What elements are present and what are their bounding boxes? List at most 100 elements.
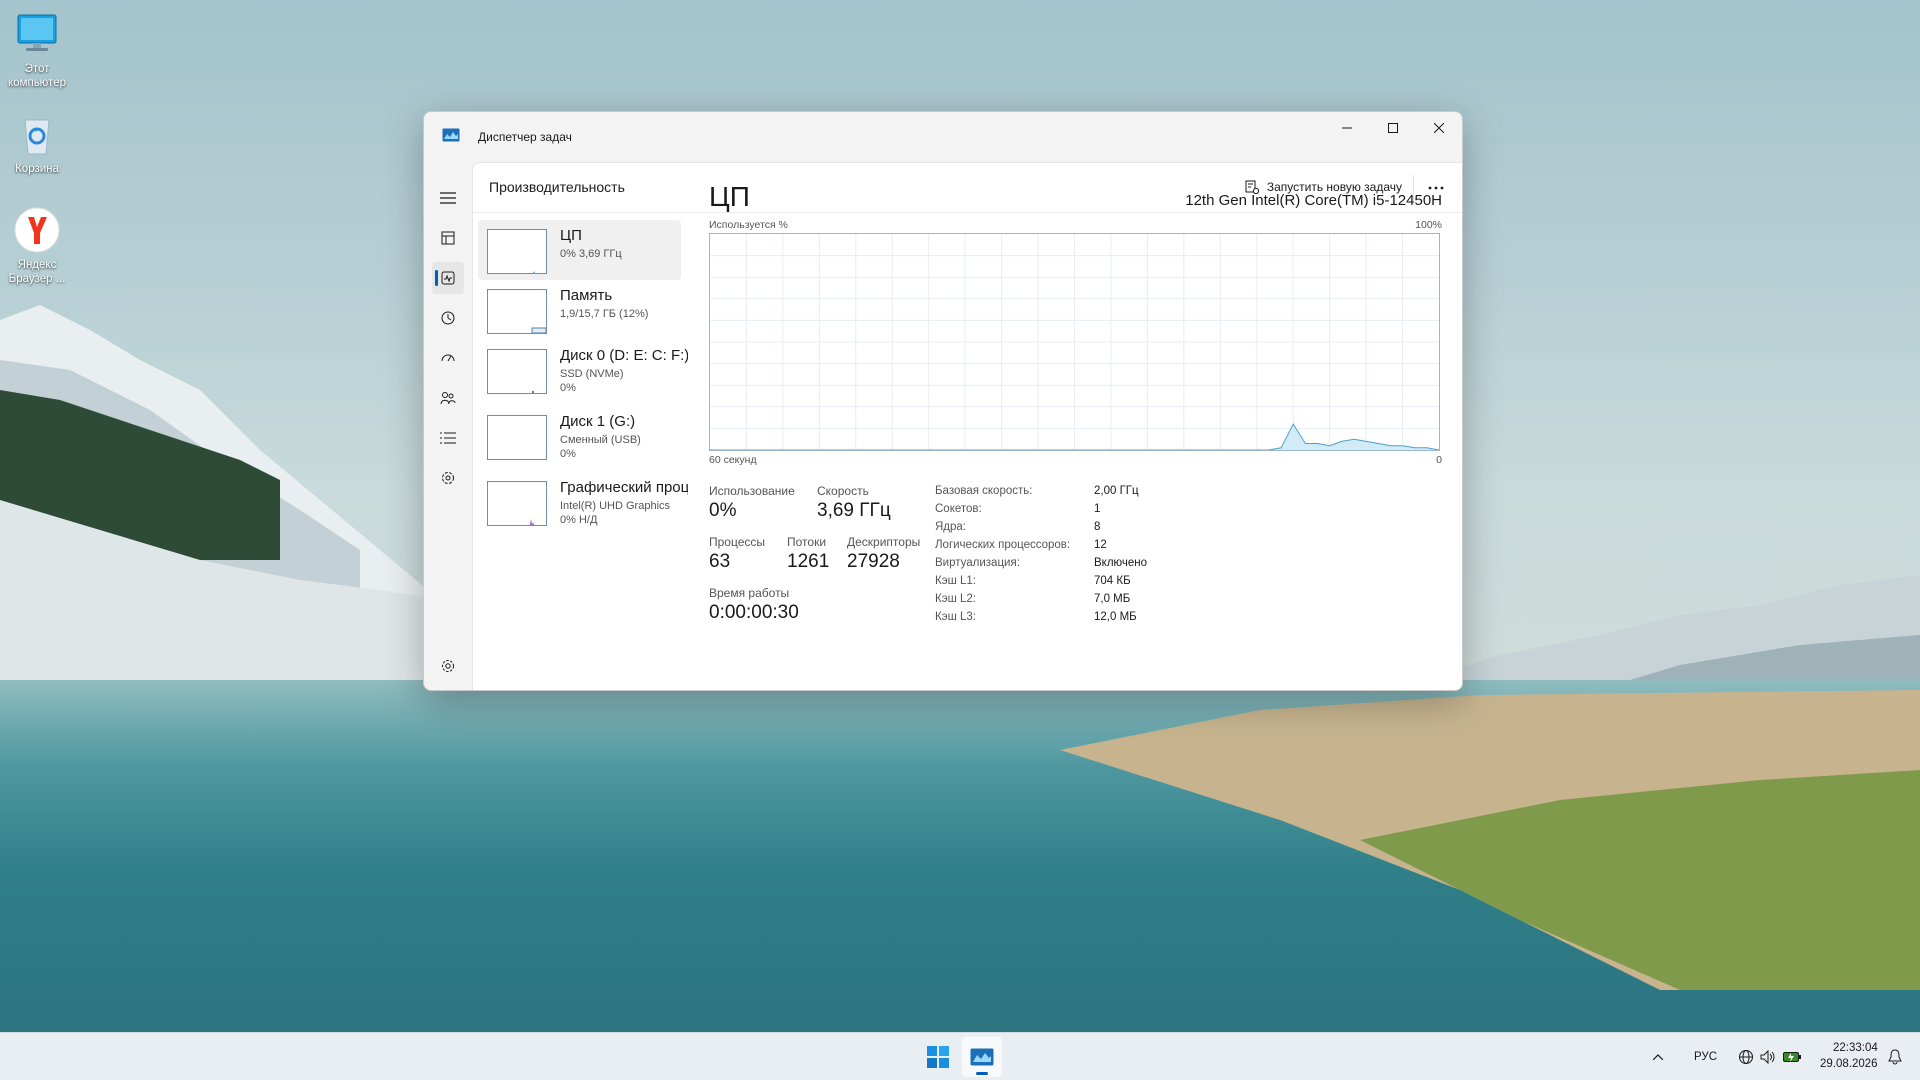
- device-name: Диск 0 (D: E: C: F:): [560, 347, 688, 364]
- network-button[interactable]: [1734, 1037, 1758, 1077]
- utilization-max-label: 100%: [1415, 219, 1442, 231]
- close-icon: [1434, 123, 1444, 133]
- yandex-browser-icon: [13, 206, 61, 254]
- nav-performance[interactable]: [432, 262, 464, 294]
- uptime-label: Время работы: [709, 586, 790, 600]
- device-name: ЦП: [560, 227, 582, 244]
- taskbar: РУС 22:33:04 29.08.2026: [0, 1032, 1920, 1080]
- minimize-button[interactable]: [1324, 112, 1370, 144]
- handles-value: 27928: [847, 551, 900, 572]
- details-icon: [440, 432, 456, 444]
- spec-label: Кэш L2:: [935, 593, 976, 605]
- computer-icon: [13, 10, 61, 58]
- device-item-disk-1[interactable]: Диск 1 (G:) Сменный (USB) 0%: [478, 406, 681, 466]
- device-item-memory[interactable]: Память 1,9/15,7 ГБ (12%): [478, 280, 681, 340]
- clock-date[interactable]: 29.08.2026: [1820, 1058, 1878, 1070]
- battery-charging-icon: [1783, 1052, 1801, 1062]
- cpu-graph-canvas: [710, 234, 1440, 451]
- battery-button[interactable]: [1780, 1037, 1804, 1077]
- nav-users[interactable]: [432, 382, 464, 414]
- device-detail: SSD (NVMe): [560, 368, 624, 380]
- device-item-cpu[interactable]: ЦП 0% 3,69 ГГц: [478, 220, 681, 280]
- maximize-button[interactable]: [1370, 112, 1416, 144]
- spec-label: Ядра:: [935, 521, 967, 533]
- nav-app-history[interactable]: [432, 302, 464, 334]
- speed-value: 3,69 ГГц: [817, 500, 891, 521]
- spec-label: Кэш L3:: [935, 611, 976, 623]
- taskbar-task-manager[interactable]: [962, 1037, 1002, 1077]
- spec-value: 7,0 МБ: [1094, 593, 1131, 605]
- settings-icon: [442, 660, 454, 672]
- services-icon: [442, 472, 454, 484]
- spec-value: Включено: [1094, 557, 1148, 569]
- usage-value: 0%: [709, 500, 737, 521]
- nav-startup-apps[interactable]: [432, 342, 464, 374]
- processes-icon: [441, 231, 455, 245]
- graph-time-span-label: 60 секунд: [709, 454, 757, 466]
- show-hidden-icons-button[interactable]: [1646, 1037, 1670, 1077]
- spec-value: 2,00 ГГц: [1094, 485, 1139, 497]
- device-name: Память: [560, 287, 613, 304]
- globe-icon: [1739, 1050, 1753, 1064]
- spec-label: Сокетов:: [935, 503, 982, 515]
- device-detail: Сменный (USB): [560, 434, 641, 446]
- threads-label: Потоки: [787, 535, 827, 549]
- clock-time[interactable]: 22:33:04: [1833, 1042, 1878, 1054]
- desktop-icon-this-pc[interactable]: Этот компьютер: [0, 10, 74, 90]
- start-button[interactable]: [918, 1037, 958, 1077]
- spec-value: 1: [1094, 503, 1101, 515]
- desktop-icon-label: Яндекс Браузер ...: [8, 259, 66, 285]
- desktop-icon-label: Корзина: [15, 163, 59, 175]
- usage-label: Использование: [709, 484, 795, 498]
- nav-settings[interactable]: [432, 650, 464, 682]
- desktop-icon-label: Этот компьютер: [8, 63, 66, 89]
- users-icon: [440, 392, 456, 405]
- taskbar-active-indicator: [976, 1072, 988, 1075]
- performance-icon: [441, 271, 455, 285]
- spec-label: Базовая скорость:: [935, 485, 1033, 497]
- device-detail: 0%: [560, 448, 576, 460]
- notifications-button[interactable]: [1882, 1037, 1908, 1077]
- spec-label: Виртуализация:: [935, 557, 1020, 569]
- close-button[interactable]: [1416, 112, 1462, 144]
- more-icon: [1428, 186, 1444, 190]
- task-manager-taskbar-icon: [970, 1048, 994, 1066]
- cpu-thumbnail-graph: [487, 229, 547, 274]
- recycle-bin-icon: [13, 110, 61, 158]
- gpu-thumbnail-graph: [487, 481, 547, 526]
- handles-label: Дескрипторы: [847, 535, 921, 549]
- processes-label: Процессы: [709, 535, 766, 549]
- speed-label: Скорость: [817, 484, 869, 498]
- startup-apps-icon: [441, 354, 455, 362]
- desktop-icon-yandex-browser[interactable]: Яндекс Браузер ...: [0, 206, 74, 286]
- task-manager-app-icon: [442, 128, 460, 142]
- minimize-icon: [1342, 127, 1352, 129]
- nav-services[interactable]: [432, 462, 464, 494]
- device-detail: 1,9/15,7 ГБ (12%): [560, 308, 649, 320]
- volume-button[interactable]: [1756, 1037, 1780, 1077]
- disk1-thumbnail-graph: [487, 415, 547, 460]
- bell-icon: [1888, 1049, 1902, 1065]
- task-manager-window: Диспетчер задач Производительность Запус…: [423, 111, 1463, 691]
- device-name: Диск 1 (G:): [560, 413, 636, 430]
- nav-details[interactable]: [432, 422, 464, 454]
- device-item-disk-0[interactable]: Диск 0 (D: E: C: F:) SSD (NVMe) 0%: [478, 340, 688, 400]
- spec-value: 704 КБ: [1094, 575, 1131, 587]
- desktop-icon-recycle-bin[interactable]: Корзина: [0, 110, 74, 176]
- device-detail: 0% Н/Д: [560, 514, 598, 526]
- title-bar[interactable]: Диспетчер задач: [424, 112, 1462, 160]
- nav-processes[interactable]: [432, 222, 464, 254]
- device-item-gpu[interactable]: Графический процессор 0 Intel(R) UHD Gra…: [478, 472, 688, 532]
- utilization-label: Используется %: [709, 219, 788, 231]
- nav-active-indicator: [435, 270, 438, 286]
- uptime-value: 0:00:00:30: [709, 602, 799, 623]
- device-detail: Intel(R) UHD Graphics: [560, 500, 671, 512]
- navigation-rail: [424, 160, 472, 690]
- chevron-up-icon: [1653, 1054, 1663, 1060]
- processes-value: 63: [709, 551, 731, 572]
- device-name: Графический процессор 0: [560, 479, 688, 496]
- app-history-icon: [441, 311, 455, 325]
- speaker-icon: [1760, 1050, 1775, 1064]
- nav-menu-button[interactable]: [432, 182, 464, 214]
- input-language-indicator[interactable]: РУС: [1694, 1051, 1717, 1063]
